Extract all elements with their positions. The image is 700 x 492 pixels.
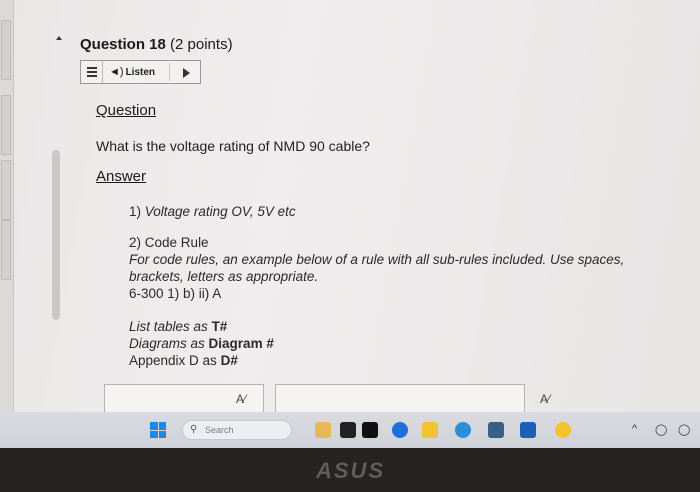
taskbar-app-icon[interactable] [488, 422, 504, 438]
menu-icon[interactable] [81, 61, 103, 83]
chevron-up-icon[interactable]: ^ [632, 423, 637, 435]
taskbar-app-icon[interactable] [362, 422, 378, 438]
speaker-icon: ◄) [109, 66, 124, 78]
question-points: (2 points) [170, 36, 233, 53]
panel-tab[interactable] [1, 20, 11, 80]
taskbar-app-icon[interactable] [455, 422, 471, 438]
note-code: T# [211, 319, 228, 334]
answer-item-number: 1) [129, 204, 142, 219]
answer-item-2: 2) Code Rule For code rules, an example … [129, 234, 629, 302]
panel-tab[interactable] [1, 160, 11, 220]
note-prefix: Diagrams as [129, 336, 205, 351]
scrollbar[interactable] [52, 150, 60, 320]
divider [169, 63, 170, 81]
question-title: Question 18 (2 points) [80, 36, 233, 53]
note-code: D# [220, 353, 238, 368]
note-code: Diagram # [208, 336, 274, 351]
listen-widget[interactable]: ◄) Listen [80, 60, 201, 84]
collapse-arrow-icon[interactable] [56, 36, 62, 40]
tray-icon[interactable]: ◯ [655, 423, 667, 436]
answer-item-number: 2) [129, 235, 142, 250]
spellcheck-icon[interactable]: A⁄ [236, 392, 246, 406]
answer-item-title: Code Rule [144, 235, 209, 250]
taskbar-app-icon[interactable] [340, 422, 356, 438]
brand-logo: ASUS [316, 458, 386, 483]
panel-tab[interactable] [1, 95, 11, 155]
left-panel-strip [0, 0, 14, 420]
play-icon[interactable] [183, 68, 190, 78]
taskbar-app-icon[interactable] [315, 422, 331, 438]
answer-item-description: For code rules, an example below of a ru… [129, 252, 625, 284]
search-input[interactable]: ⚲ Search [182, 420, 292, 440]
browser-content: Question 18 (2 points) ◄) Listen Questio… [0, 0, 700, 420]
question-number: Question 18 [80, 36, 166, 53]
answer-item-example: 6-300 1) b) ii) A [129, 286, 222, 301]
answer-item-text: Voltage rating OV, 5V etc [144, 204, 296, 219]
question-heading: Question [96, 102, 157, 119]
taskbar: ⚲ Search ^ ◯ ◯ [0, 412, 700, 448]
question-text: What is the voltage rating of NMD 90 cab… [96, 138, 370, 154]
search-icon: ⚲ [190, 424, 198, 435]
spellcheck-icon[interactable]: A⁄ [540, 392, 550, 406]
taskbar-app-icon[interactable] [520, 422, 536, 438]
search-placeholder: Search [205, 425, 234, 435]
tray-icon[interactable]: ◯ [678, 423, 690, 436]
answer-format-notes: List tables as T# Diagrams as Diagram # … [129, 318, 274, 369]
panel-tab[interactable] [1, 220, 11, 280]
taskbar-app-icon[interactable] [392, 422, 408, 438]
taskbar-app-icon[interactable] [555, 422, 571, 438]
taskbar-app-icon[interactable] [422, 422, 438, 438]
windows-icon[interactable] [150, 422, 166, 438]
note-prefix: Appendix D as [129, 353, 217, 368]
answer-item-1: 1) Voltage rating OV, 5V etc [129, 203, 296, 220]
listen-label: Listen [125, 66, 156, 78]
answer-heading: Answer [96, 168, 147, 185]
note-prefix: List tables as [129, 319, 208, 334]
